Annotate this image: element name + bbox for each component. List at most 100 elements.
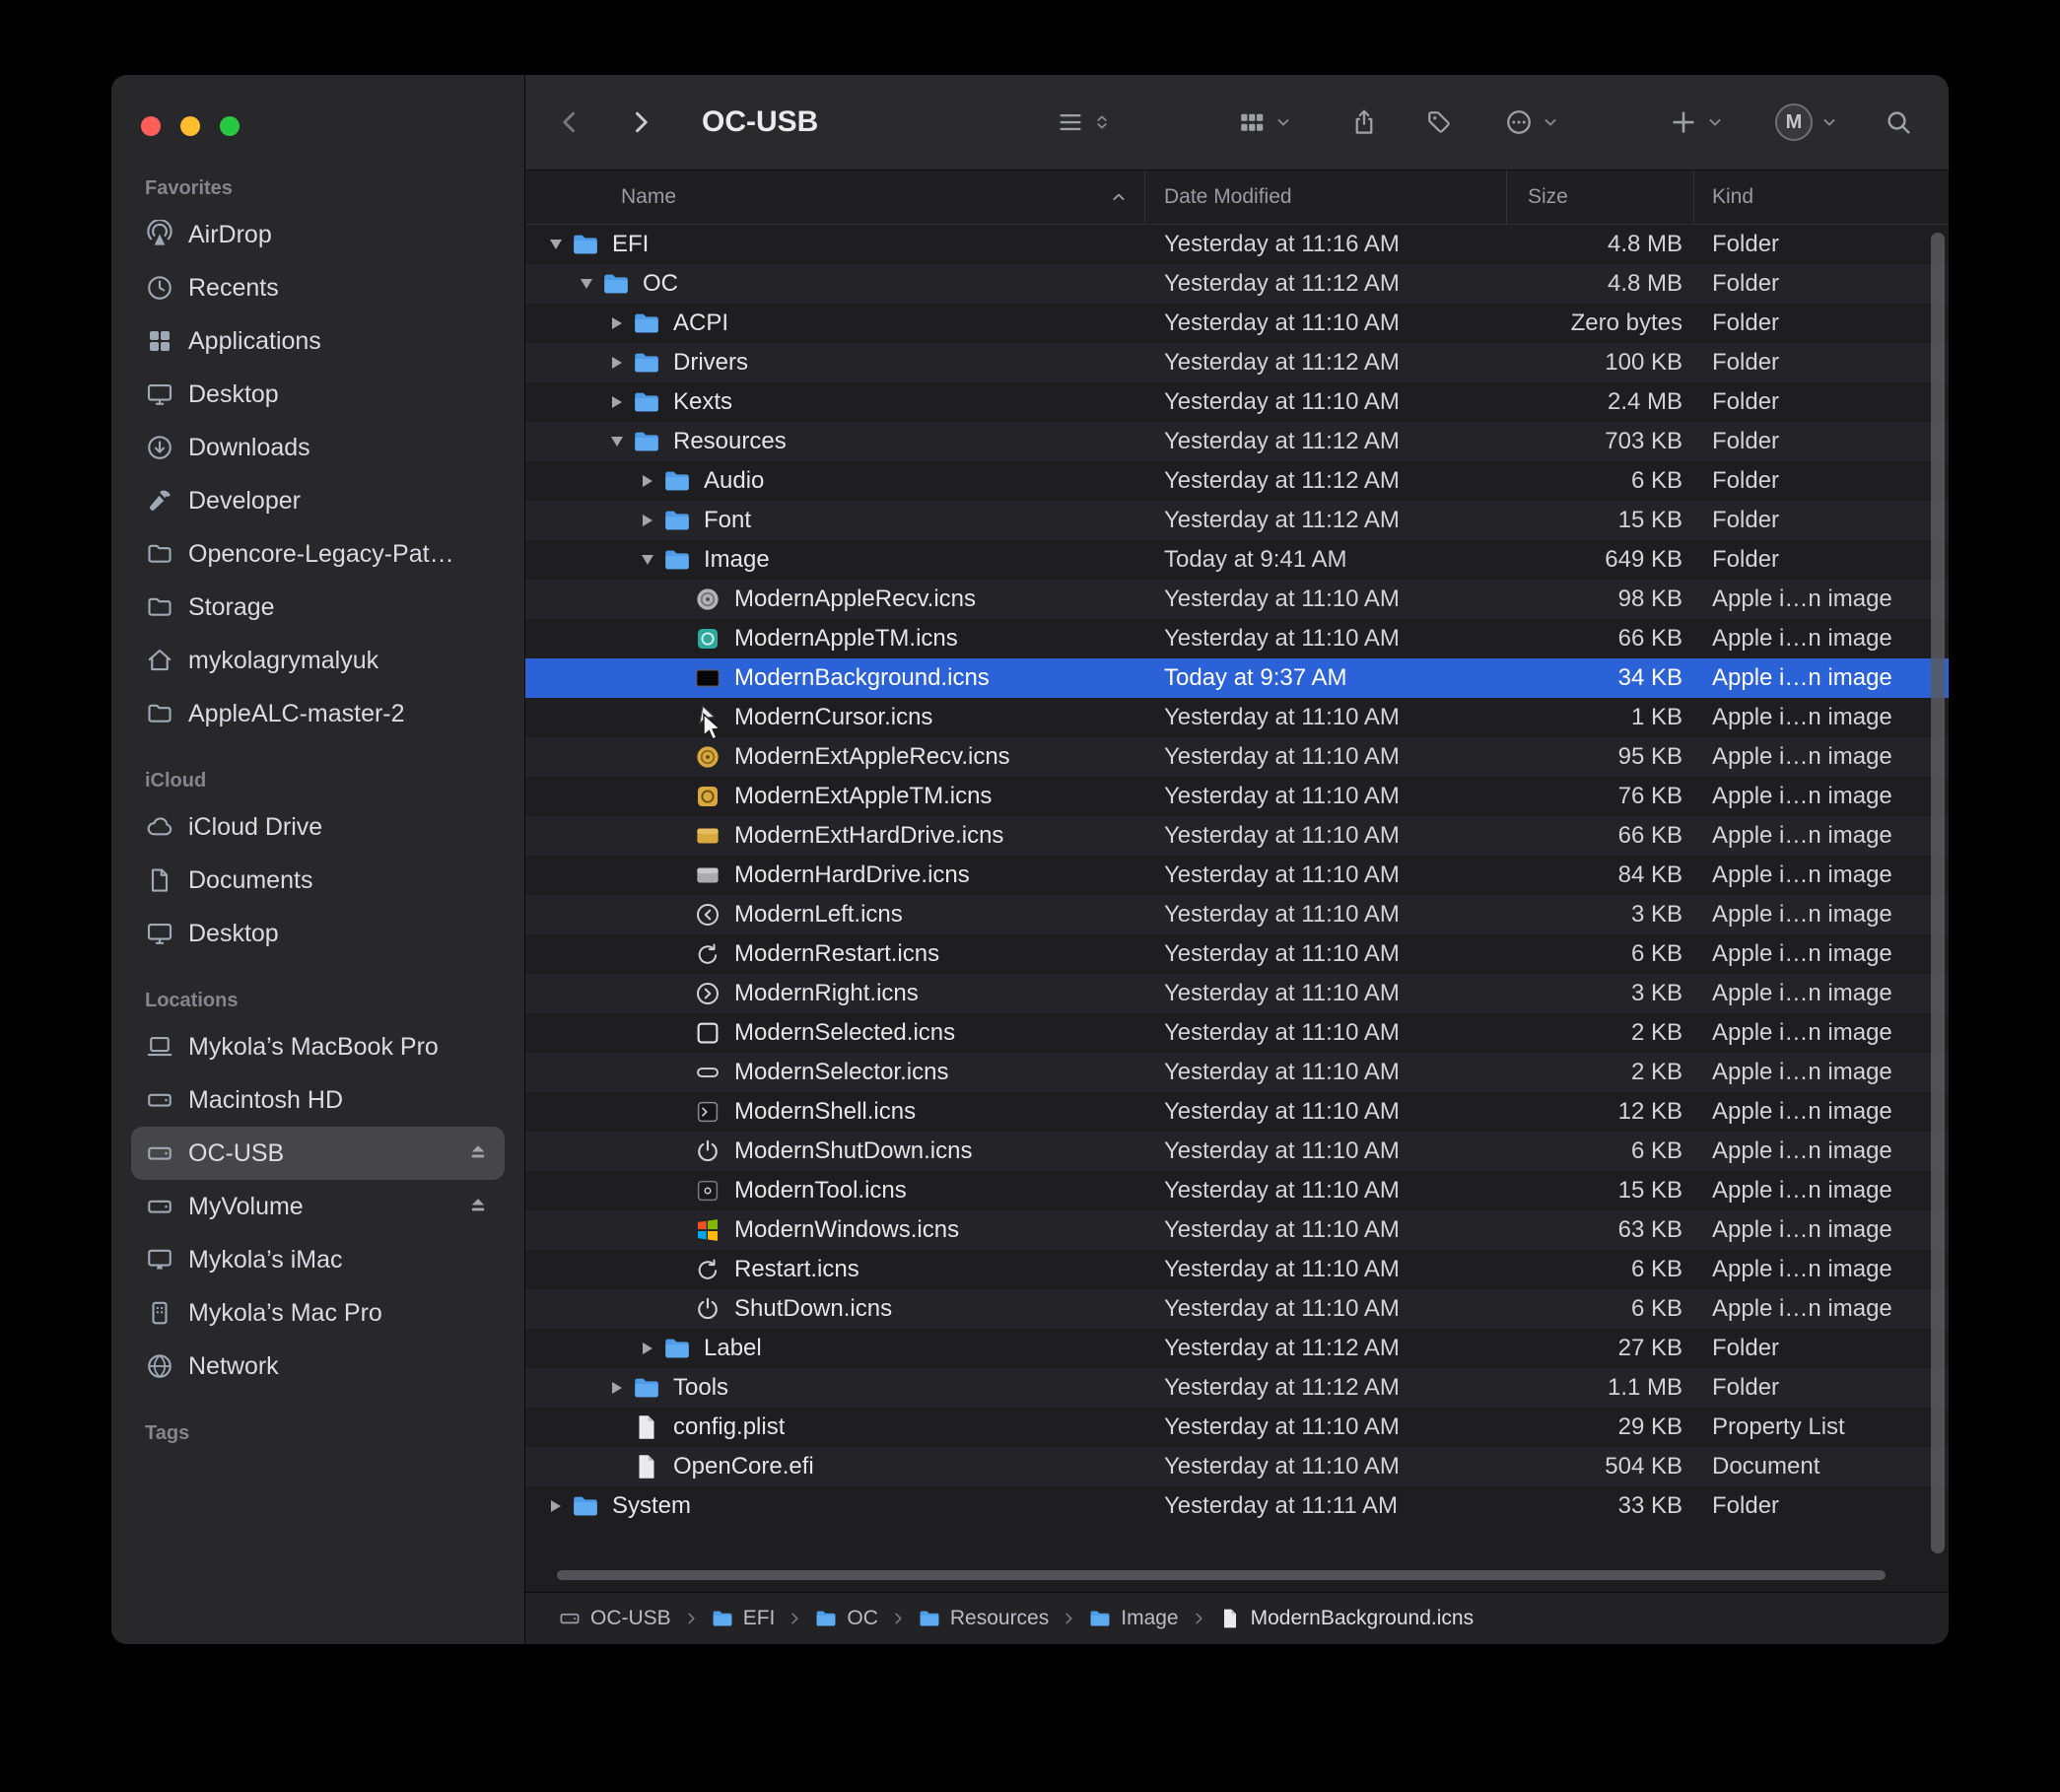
table-row-restart-icns[interactable]: Restart.icns Yesterday at 11:10 AM 6 KB …	[525, 1250, 1949, 1289]
disclosure-triangle[interactable]	[633, 501, 662, 540]
table-row-modernappletm-icns[interactable]: ModernAppleTM.icns Yesterday at 11:10 AM…	[525, 619, 1949, 658]
sidebar-item-desktop[interactable]: Desktop	[131, 368, 505, 421]
disclosure-triangle[interactable]	[663, 580, 693, 619]
disclosure-triangle[interactable]	[663, 1053, 693, 1092]
disclosure-triangle[interactable]	[541, 1486, 571, 1526]
table-row-tools[interactable]: Tools Yesterday at 11:12 AM 1.1 MB Folde…	[525, 1368, 1949, 1408]
disclosure-triangle[interactable]	[663, 619, 693, 658]
table-row-modernshutdown-icns[interactable]: ModernShutDown.icns Yesterday at 11:10 A…	[525, 1132, 1949, 1171]
close-button[interactable]	[141, 116, 161, 136]
sidebar-item-documents[interactable]: Documents	[131, 854, 505, 907]
disclosure-triangle[interactable]	[663, 816, 693, 856]
table-row-audio[interactable]: Audio Yesterday at 11:12 AM 6 KB Folder	[525, 461, 1949, 501]
sidebar-item-mykola-s-mac-pro[interactable]: Mykola’s Mac Pro	[131, 1286, 505, 1340]
table-row-moderntool-icns[interactable]: ModernTool.icns Yesterday at 11:10 AM 15…	[525, 1171, 1949, 1210]
sidebar-item-network[interactable]: Network	[131, 1340, 505, 1393]
table-row-moderncursor-icns[interactable]: ModernCursor.icns Yesterday at 11:10 AM …	[525, 698, 1949, 737]
disclosure-triangle[interactable]	[602, 343, 632, 382]
sidebar-item-mykolagrymalyuk[interactable]: mykolagrymalyuk	[131, 634, 505, 687]
sidebar-item-storage[interactable]: Storage	[131, 581, 505, 634]
disclosure-triangle[interactable]	[602, 1447, 632, 1486]
disclosure-triangle[interactable]	[663, 934, 693, 974]
zoom-button[interactable]	[220, 116, 240, 136]
sidebar-item-downloads[interactable]: Downloads	[131, 421, 505, 474]
more-actions-button[interactable]	[1504, 107, 1560, 137]
disclosure-triangle[interactable]	[633, 1329, 662, 1368]
table-row-modernextappletm-icns[interactable]: ModernExtAppleTM.icns Yesterday at 11:10…	[525, 777, 1949, 816]
disclosure-triangle[interactable]	[572, 264, 601, 304]
view-options-button[interactable]	[1056, 107, 1112, 137]
path-item-efi[interactable]: EFI	[711, 1607, 776, 1630]
tags-button[interactable]	[1424, 107, 1454, 137]
sidebar-item-recents[interactable]: Recents	[131, 261, 505, 314]
sidebar-item-desktop[interactable]: Desktop	[131, 907, 505, 960]
add-button[interactable]	[1669, 107, 1725, 137]
sidebar-item-icloud-drive[interactable]: iCloud Drive	[131, 800, 505, 854]
disclosure-triangle[interactable]	[602, 382, 632, 422]
path-item-oc-usb[interactable]: OC-USB	[558, 1607, 671, 1630]
sidebar-item-mykola-s-macbook-pro[interactable]: Mykola’s MacBook Pro	[131, 1020, 505, 1073]
table-row-modernshell-icns[interactable]: ModernShell.icns Yesterday at 11:10 AM 1…	[525, 1092, 1949, 1132]
path-item-resources[interactable]: Resources	[918, 1607, 1049, 1630]
disclosure-triangle[interactable]	[663, 974, 693, 1013]
disclosure-triangle[interactable]	[663, 1171, 693, 1210]
disclosure-triangle[interactable]	[541, 225, 571, 264]
disclosure-triangle[interactable]	[602, 304, 632, 343]
table-row-image[interactable]: Image Today at 9:41 AM 649 KB Folder	[525, 540, 1949, 580]
disclosure-triangle[interactable]	[663, 895, 693, 934]
search-button[interactable]	[1884, 107, 1913, 137]
sidebar-item-opencore-legacy-pat[interactable]: Opencore-Legacy-Pat…	[131, 527, 505, 581]
disclosure-triangle[interactable]	[633, 461, 662, 501]
back-button[interactable]	[555, 107, 584, 137]
disclosure-triangle[interactable]	[602, 1368, 632, 1408]
table-row-opencore-efi[interactable]: OpenCore.efi Yesterday at 11:10 AM 504 K…	[525, 1447, 1949, 1486]
group-button[interactable]	[1237, 107, 1293, 137]
sidebar-item-applications[interactable]: Applications	[131, 314, 505, 368]
table-row-modernright-icns[interactable]: ModernRight.icns Yesterday at 11:10 AM 3…	[525, 974, 1949, 1013]
table-row-modernharddrive-icns[interactable]: ModernHardDrive.icns Yesterday at 11:10 …	[525, 856, 1949, 895]
disclosure-triangle[interactable]	[663, 1289, 693, 1329]
table-row-oc[interactable]: OC Yesterday at 11:12 AM 4.8 MB Folder	[525, 264, 1949, 304]
eject-icon[interactable]	[465, 1194, 491, 1219]
column-header-size[interactable]: Size	[1507, 171, 1694, 224]
sidebar-item-mykola-s-imac[interactable]: Mykola’s iMac	[131, 1233, 505, 1286]
table-row-label[interactable]: Label Yesterday at 11:12 AM 27 KB Folder	[525, 1329, 1949, 1368]
disclosure-triangle[interactable]	[663, 658, 693, 698]
table-row-shutdown-icns[interactable]: ShutDown.icns Yesterday at 11:10 AM 6 KB…	[525, 1289, 1949, 1329]
column-header-kind[interactable]: Kind	[1694, 171, 1949, 224]
sidebar-item-macintosh-hd[interactable]: Macintosh HD	[131, 1073, 505, 1127]
sidebar-item-oc-usb[interactable]: OC-USB	[131, 1127, 505, 1180]
column-header-name[interactable]: Name	[525, 171, 1145, 224]
disclosure-triangle[interactable]	[663, 1210, 693, 1250]
minimize-button[interactable]	[180, 116, 200, 136]
table-row-efi[interactable]: EFI Yesterday at 11:16 AM 4.8 MB Folder	[525, 225, 1949, 264]
table-row-drivers[interactable]: Drivers Yesterday at 11:12 AM 100 KB Fol…	[525, 343, 1949, 382]
sidebar-item-applealc-master-2[interactable]: AppleALC-master-2	[131, 687, 505, 740]
sidebar-item-airdrop[interactable]: AirDrop	[131, 208, 505, 261]
table-row-modernleft-icns[interactable]: ModernLeft.icns Yesterday at 11:10 AM 3 …	[525, 895, 1949, 934]
disclosure-triangle[interactable]	[663, 856, 693, 895]
disclosure-triangle[interactable]	[602, 422, 632, 461]
disclosure-triangle[interactable]	[663, 1013, 693, 1053]
disclosure-triangle[interactable]	[663, 737, 693, 777]
table-row-modernextapplerecv-icns[interactable]: ModernExtAppleRecv.icns Yesterday at 11:…	[525, 737, 1949, 777]
table-row-resources[interactable]: Resources Yesterday at 11:12 AM 703 KB F…	[525, 422, 1949, 461]
table-row-acpi[interactable]: ACPI Yesterday at 11:10 AM Zero bytes Fo…	[525, 304, 1949, 343]
table-row-modernrestart-icns[interactable]: ModernRestart.icns Yesterday at 11:10 AM…	[525, 934, 1949, 974]
sidebar-item-myvolume[interactable]: MyVolume	[131, 1180, 505, 1233]
eject-icon[interactable]	[465, 1140, 491, 1166]
table-row-config-plist[interactable]: config.plist Yesterday at 11:10 AM 29 KB…	[525, 1408, 1949, 1447]
share-button[interactable]	[1349, 107, 1379, 137]
table-row-modernextharddrive-icns[interactable]: ModernExtHardDrive.icns Yesterday at 11:…	[525, 816, 1949, 856]
horizontal-scrollbar[interactable]	[557, 1570, 1886, 1580]
disclosure-triangle[interactable]	[602, 1408, 632, 1447]
table-row-system[interactable]: System Yesterday at 11:11 AM 33 KB Folde…	[525, 1486, 1949, 1526]
table-row-modernselected-icns[interactable]: ModernSelected.icns Yesterday at 11:10 A…	[525, 1013, 1949, 1053]
table-row-modernwindows-icns[interactable]: ModernWindows.icns Yesterday at 11:10 AM…	[525, 1210, 1949, 1250]
vertical-scrollbar[interactable]	[1931, 233, 1945, 1553]
disclosure-triangle[interactable]	[663, 1132, 693, 1171]
column-header-date-modified[interactable]: Date Modified	[1145, 171, 1507, 224]
path-item-modernbackground-icns[interactable]: ModernBackground.icns	[1218, 1607, 1474, 1630]
sidebar-item-developer[interactable]: Developer	[131, 474, 505, 527]
table-row-modernapplerecv-icns[interactable]: ModernAppleRecv.icns Yesterday at 11:10 …	[525, 580, 1949, 619]
